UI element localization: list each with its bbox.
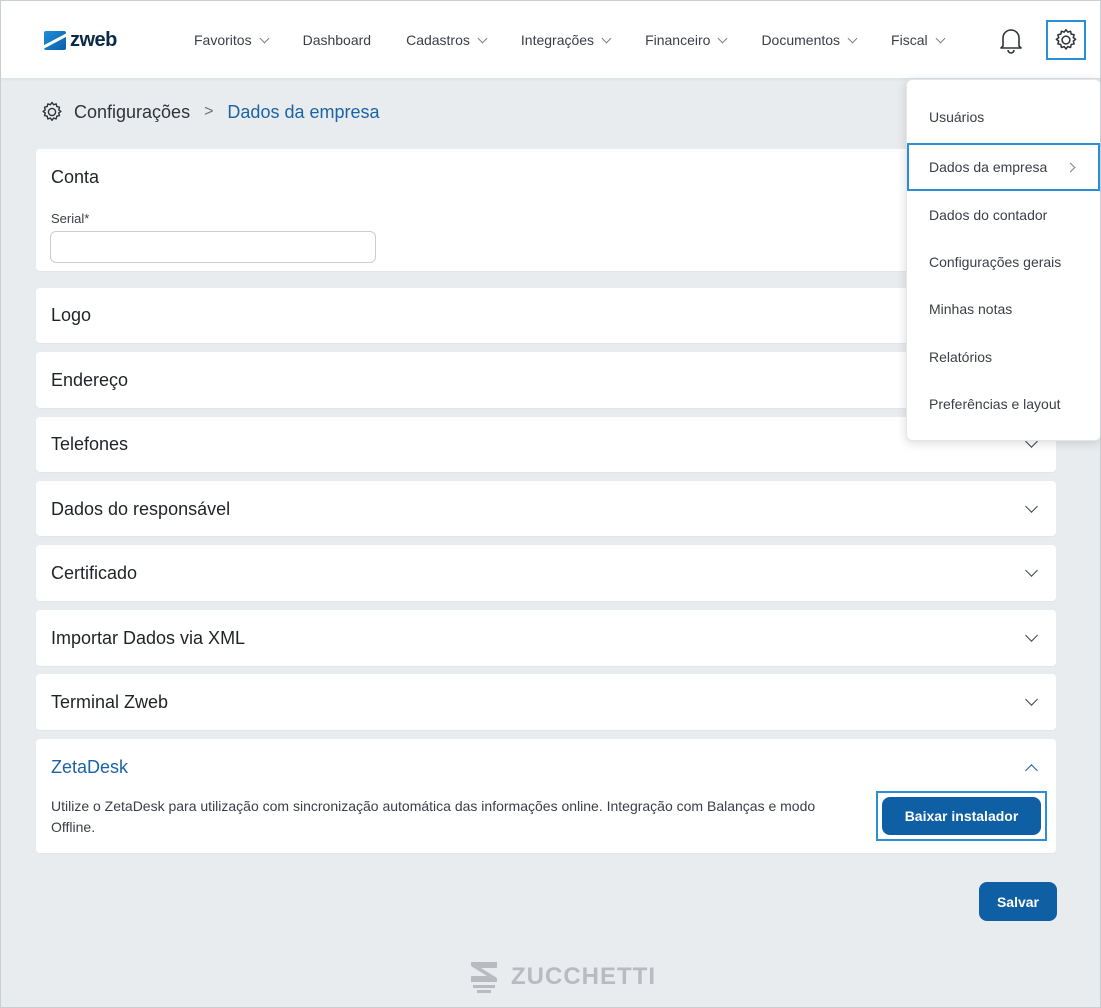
- panel-title: Dados do responsável: [51, 499, 231, 519]
- gear-icon: [1055, 28, 1077, 50]
- zucchetti-text: ZUCCHETTI: [511, 963, 656, 990]
- panel-telefones[interactable]: Telefones: [36, 417, 1056, 472]
- menu-item-label: Dados do contador: [929, 207, 1048, 223]
- bell-icon: [1000, 29, 1022, 54]
- nav-label: Documentos: [761, 32, 841, 48]
- menu-item-label: Preferências e layout: [929, 396, 1061, 412]
- serial-label: Serial*: [51, 211, 90, 226]
- nav-label: Favoritos: [194, 32, 252, 48]
- nav-label: Fiscal: [891, 32, 928, 48]
- settings-dropdown-menu: Usuários Dados da empresa Dados do conta…: [906, 79, 1100, 441]
- panel-title: Telefones: [51, 434, 129, 454]
- menu-item-label: Dados da empresa: [929, 159, 1048, 175]
- menu-item-minhas-notas[interactable]: Minhas notas: [907, 287, 1100, 331]
- panel-title: Certificado: [51, 563, 138, 583]
- chevron-down-icon: [935, 33, 946, 43]
- menu-item-label: Usuários: [929, 109, 985, 125]
- chevron-down-icon: [717, 33, 728, 43]
- menu-item-label: Minhas notas: [929, 301, 1013, 317]
- top-navbar: zweb Favoritos Dashboard Cadastros Integ…: [1, 1, 1100, 79]
- panel-certificado[interactable]: Certificado: [36, 545, 1056, 601]
- chevron-up-icon[interactable]: [1025, 764, 1038, 777]
- chevron-down-icon: [1025, 629, 1038, 642]
- panel-title: Conta: [51, 167, 100, 187]
- panel-title: Importar Dados via XML: [51, 628, 246, 648]
- breadcrumb-root[interactable]: Configurações: [74, 102, 190, 123]
- menu-item-configuracoes-gerais[interactable]: Configurações gerais: [907, 240, 1100, 284]
- menu-item-usuarios[interactable]: Usuários: [907, 95, 1100, 139]
- panel-dados-responsavel[interactable]: Dados do responsável: [36, 481, 1056, 536]
- breadcrumb-current: Dados da empresa: [227, 101, 380, 122]
- nav-integracoes[interactable]: Integrações: [520, 32, 612, 48]
- zweb-logo[interactable]: zweb: [44, 29, 117, 51]
- panel-title[interactable]: ZetaDesk: [51, 757, 128, 778]
- nav-dashboard[interactable]: Dashboard: [303, 32, 372, 48]
- menu-item-label: Relatórios: [929, 349, 993, 365]
- nav-label: Financeiro: [645, 32, 711, 48]
- chevron-right-icon: [1065, 162, 1076, 173]
- logo-text: zweb: [70, 28, 117, 51]
- panel-terminal-zweb[interactable]: Terminal Zweb: [36, 674, 1056, 730]
- menu-item-dados-empresa[interactable]: Dados da empresa: [907, 143, 1100, 191]
- gear-icon: [42, 101, 62, 121]
- panel-zetadesk: ZetaDesk Utilize o ZetaDesk para utiliza…: [36, 739, 1056, 853]
- nav-documentos[interactable]: Documentos: [761, 32, 858, 48]
- nav-label: Dashboard: [302, 32, 372, 48]
- zweb-logo-mark: [44, 30, 66, 50]
- chevron-down-icon: [259, 33, 270, 43]
- chevron-down-icon: [847, 33, 858, 43]
- panel-conta: Conta Serial*: [36, 149, 1056, 271]
- panel-importar-xml[interactable]: Importar Dados via XML: [36, 610, 1056, 666]
- app-window: zweb Favoritos Dashboard Cadastros Integ…: [0, 0, 1101, 1008]
- menu-item-preferencias-layout[interactable]: Preferências e layout: [907, 382, 1100, 426]
- breadcrumb: Configurações > Dados da empresa: [40, 99, 380, 125]
- nav-cadastros[interactable]: Cadastros: [406, 32, 488, 48]
- save-button[interactable]: Salvar: [979, 882, 1057, 921]
- nav-label: Integrações: [520, 32, 595, 48]
- nav-favoritos[interactable]: Favoritos: [194, 32, 270, 48]
- panel-title: Logo: [51, 305, 92, 325]
- menu-item-label: Configurações gerais: [929, 254, 1062, 270]
- download-installer-button[interactable]: Baixar instalador: [882, 797, 1041, 835]
- serial-input[interactable]: [50, 231, 376, 263]
- zucchetti-logo: ZUCCHETTI: [467, 957, 656, 997]
- download-button-highlight: Baixar instalador: [876, 791, 1047, 841]
- main-nav: Favoritos Dashboard Cadastros Integraçõe…: [194, 1, 979, 79]
- panel-logo[interactable]: Logo: [36, 288, 1056, 343]
- chevron-down-icon: [1025, 564, 1038, 577]
- settings-button[interactable]: [1046, 20, 1086, 60]
- panel-title: Terminal Zweb: [51, 692, 169, 712]
- chevron-down-icon: [1025, 693, 1038, 706]
- zucchetti-mark-icon: [471, 962, 497, 993]
- zetadesk-description: Utilize o ZetaDesk para utilização com s…: [51, 798, 816, 835]
- nav-label: Cadastros: [406, 32, 470, 48]
- chevron-down-icon: [477, 33, 488, 43]
- nav-financeiro[interactable]: Financeiro: [645, 32, 728, 48]
- panel-title: Endereço: [51, 370, 129, 390]
- nav-fiscal[interactable]: Fiscal: [891, 32, 946, 48]
- breadcrumb-separator: >: [204, 103, 214, 120]
- menu-item-dados-contador[interactable]: Dados do contador: [907, 193, 1100, 237]
- chevron-down-icon: [601, 33, 612, 43]
- menu-item-relatorios[interactable]: Relatórios: [907, 335, 1100, 379]
- notifications-button[interactable]: [997, 26, 1025, 54]
- chevron-down-icon: [1025, 500, 1038, 513]
- panel-endereco[interactable]: Endereço: [36, 352, 1056, 408]
